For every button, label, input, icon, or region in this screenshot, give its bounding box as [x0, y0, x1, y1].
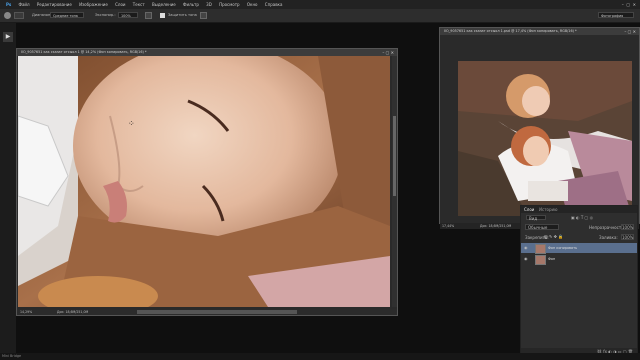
pressure-icon[interactable]: [200, 12, 207, 19]
layer-row-background-copy[interactable]: ◉ Фон копировать: [521, 243, 637, 254]
opacity-value[interactable]: 100%: [621, 224, 634, 230]
protect-tones-checkbox[interactable]: [160, 13, 165, 18]
menu-item-type[interactable]: Текст: [133, 0, 145, 9]
brush-size-picker[interactable]: [14, 12, 24, 19]
burn-tool-icon[interactable]: [4, 12, 11, 19]
main-zoom-value[interactable]: 14,29%: [20, 309, 32, 315]
ps-logo: Ps: [6, 2, 12, 7]
fill-label: Заливка:: [599, 235, 618, 240]
layer-thumbnail: [535, 244, 546, 254]
layer-filter-row: Вид ▣ ◐ T ▢ ◎: [521, 214, 637, 222]
blend-opacity-row: Обычные Непрозрачность: 100%: [521, 223, 637, 231]
opacity-label: Непрозрачность:: [589, 225, 625, 230]
protect-tones-label: Защитить тона: [168, 13, 197, 17]
menu-item-window[interactable]: Окно: [247, 0, 258, 9]
mode-select[interactable]: Средние тона: [50, 12, 84, 18]
menu-item-edit[interactable]: Редактирование: [37, 0, 72, 9]
main-status-bar: 14,29% Док: 18,6М/251,0М: [17, 309, 397, 315]
menu-item-select[interactable]: Выделение: [152, 0, 176, 9]
menu-item-image[interactable]: Изображение: [79, 0, 108, 9]
layers-panel: Слои Историю Вид ▣ ◐ T ▢ ◎ Обычные Непро…: [520, 205, 638, 357]
layers-tab-bar: Слои Историю: [521, 206, 637, 213]
filter-icons[interactable]: ▣ ◐ T ▢ ◎: [571, 215, 593, 220]
main-doc-info[interactable]: Док: 18,6М/251,0М: [57, 309, 88, 315]
layer-row-background[interactable]: ◉ Фон: [521, 254, 637, 265]
menu-item-help[interactable]: Справка: [265, 0, 283, 9]
menu-item-3d[interactable]: 3D: [206, 0, 212, 9]
window-controls[interactable]: – ▢ ✕: [622, 0, 636, 9]
workspace-select[interactable]: Фотография: [598, 12, 634, 18]
preview-zoom-value[interactable]: 17,44%: [442, 223, 454, 229]
layer-name[interactable]: Фон копировать: [548, 243, 577, 253]
svg-text:⁘: ⁘: [128, 119, 135, 128]
mini-bridge-tab[interactable]: Mini Bridge: [2, 353, 21, 360]
main-document-window[interactable]: IlO_9057651 как сказат отсыол 1 @ 14,2% …: [16, 48, 398, 316]
mini-bridge-bar: Mini Bridge: [0, 353, 640, 360]
layer-thumbnail: [535, 255, 546, 265]
airbrush-icon[interactable]: [145, 12, 152, 19]
layer-name[interactable]: Фон: [548, 254, 555, 264]
eye-icon[interactable]: ◉: [524, 246, 528, 250]
menu-item-layers[interactable]: Слои: [115, 0, 125, 9]
preview-doc-info[interactable]: Док: 18,6М/251,0М: [480, 223, 511, 229]
tab-layers[interactable]: Слои: [524, 207, 534, 212]
exposure-field[interactable]: 100%: [118, 12, 138, 18]
mode-label: Диапазон:: [32, 13, 52, 17]
menu-item-filter[interactable]: Фильтр: [183, 0, 199, 9]
eye-icon[interactable]: ◉: [524, 257, 528, 261]
preview-document-window[interactable]: IlO_9057651 как сказат отсыол 1.psd @ 17…: [439, 27, 640, 229]
main-canvas-image[interactable]: ⁘: [18, 56, 390, 307]
main-vertical-scrollbar[interactable]: [392, 56, 397, 307]
play-arrow-icon[interactable]: ▶: [3, 32, 13, 42]
exposure-label: Экспонир.:: [95, 13, 116, 17]
preview-canvas-image[interactable]: [458, 61, 632, 216]
layer-filter-select[interactable]: Вид: [526, 215, 546, 221]
menu-item-file[interactable]: Файл: [19, 0, 30, 9]
main-document-title[interactable]: IlO_9057651 как сказат отсыол 1 @ 14,2% …: [17, 49, 397, 56]
menubar: Ps Файл Редактирование Изображение Слои …: [0, 0, 640, 9]
tab-history[interactable]: Историю: [539, 207, 557, 212]
options-bar: Диапазон: Средние тона Экспонир.: 100% З…: [0, 9, 640, 23]
tools-panel: ▶: [0, 23, 16, 353]
fill-value[interactable]: 100%: [621, 234, 634, 240]
main-window-controls[interactable]: – ▢ ✕: [382, 49, 394, 56]
preview-document-title[interactable]: IlO_9057651 как сказат отсыол 1.psd @ 17…: [440, 28, 639, 35]
lock-icons[interactable]: ▧ ✎ ✥ 🔒: [544, 234, 563, 239]
blend-mode-select[interactable]: Обычные: [525, 224, 559, 230]
main-horizontal-scrollbar[interactable]: [137, 310, 297, 314]
lock-fill-row: Закрепить: ▧ ✎ ✥ 🔒 Заливка: 100%: [521, 233, 637, 241]
preview-window-controls[interactable]: – ▢ ✕: [624, 28, 636, 35]
menu-item-view[interactable]: Просмотр: [219, 0, 240, 9]
